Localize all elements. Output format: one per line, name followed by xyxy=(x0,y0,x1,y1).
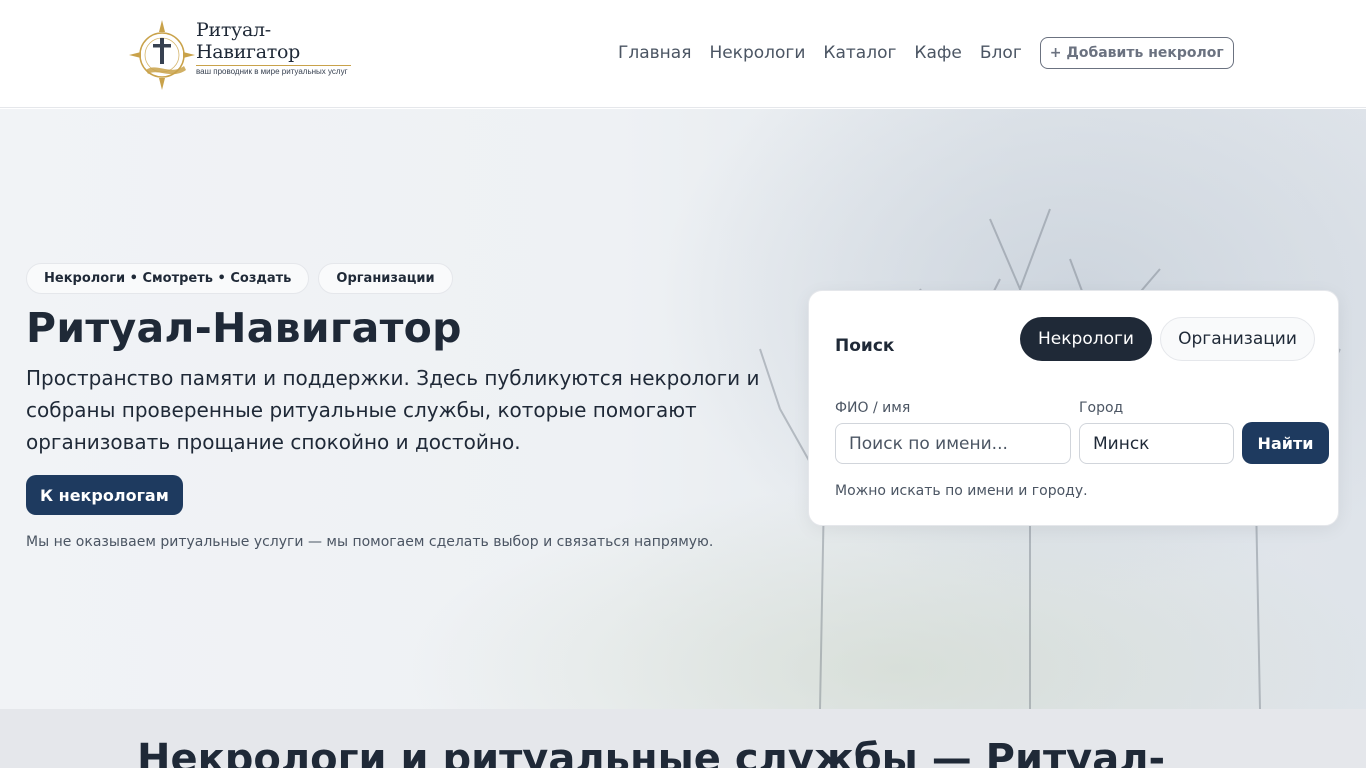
logo-title: Ритуал-Навигатор xyxy=(196,19,300,63)
logo-subtitle: ваш проводник в мире ритуальных услуг xyxy=(196,67,348,76)
logo-divider xyxy=(196,65,351,66)
section-title: Некрологи и ритуальные службы — Ритуал- xyxy=(137,736,1166,768)
search-hint: Можно искать по имени и городу. xyxy=(835,483,1088,499)
intro-section: Некрологи и ритуальные службы — Ритуал- xyxy=(0,709,1366,768)
hero-disclaimer: Мы не оказываем ритуальные услуги — мы п… xyxy=(26,534,714,550)
hero-chips: Некрологи • Смотреть • Создать Организац… xyxy=(26,263,462,294)
hero-description: Пространство памяти и поддержки. Здесь п… xyxy=(26,366,760,454)
site-header: Ритуал-Навигатор ваш проводник в мире ри… xyxy=(0,0,1366,108)
nav-link-obituaries[interactable]: Некрологи xyxy=(709,37,805,69)
hero-title: Ритуал-Навигатор xyxy=(26,304,462,352)
chip-obituaries[interactable]: Некрологи • Смотреть • Создать xyxy=(26,263,310,294)
name-field-label: ФИО / имя xyxy=(835,400,911,416)
to-obituaries-button[interactable]: К некрологам xyxy=(26,475,183,515)
nav-link-cafe[interactable]: Кафе xyxy=(914,37,961,69)
search-title: Поиск xyxy=(835,336,895,356)
add-obituary-button[interactable]: + Добавить некролог xyxy=(1039,37,1234,69)
hero-section: Некрологи • Смотреть • Создать Организац… xyxy=(0,109,1366,709)
main-nav: Главная Некрологи Каталог Кафе Блог + До… xyxy=(618,37,1234,69)
site-logo[interactable]: Ритуал-Навигатор ваш проводник в мире ри… xyxy=(128,18,358,92)
city-input[interactable] xyxy=(1079,423,1234,464)
compass-cross-logo-icon xyxy=(129,20,195,90)
chip-organizations[interactable]: Организации xyxy=(318,263,453,294)
search-card: Поиск Некрологи Организации ФИО / имя Го… xyxy=(808,290,1339,526)
nav-link-catalog[interactable]: Каталог xyxy=(823,37,896,69)
city-field-label: Город xyxy=(1079,400,1124,416)
nav-link-blog[interactable]: Блог xyxy=(980,37,1022,69)
tab-organizations[interactable]: Организации xyxy=(1160,317,1315,361)
nav-link-home[interactable]: Главная xyxy=(618,37,691,69)
tab-obituaries[interactable]: Некрологи xyxy=(1020,317,1152,361)
find-button[interactable]: Найти xyxy=(1242,422,1329,464)
name-search-input[interactable] xyxy=(835,423,1071,464)
